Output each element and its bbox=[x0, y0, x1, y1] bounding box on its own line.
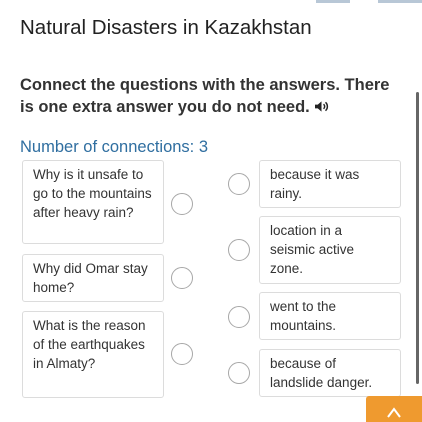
speaker-icon[interactable] bbox=[314, 100, 329, 113]
answer-connector[interactable] bbox=[228, 173, 250, 195]
instruction: Connect the questions with the answers. … bbox=[20, 74, 400, 118]
answer-connector[interactable] bbox=[228, 306, 250, 328]
question-connector[interactable] bbox=[171, 193, 193, 215]
question-connector[interactable] bbox=[171, 343, 193, 365]
answer-text: went to the mountains. bbox=[270, 299, 337, 333]
question-text: Why did Omar stay home? bbox=[33, 261, 148, 295]
answer-connector[interactable] bbox=[228, 239, 250, 261]
answer-text: location in a seismic active zone. bbox=[270, 223, 355, 276]
connections-count: Number of connections: 3 bbox=[20, 138, 209, 156]
answer-text: because it was rainy. bbox=[270, 167, 360, 201]
answer-text: because of landslide danger. bbox=[270, 356, 373, 390]
scroll-top-button[interactable] bbox=[366, 396, 422, 422]
answer-card[interactable]: because of landslide danger. bbox=[259, 349, 401, 397]
question-card[interactable]: Why is it unsafe to go to the mountains … bbox=[22, 160, 164, 244]
scrollbar[interactable] bbox=[416, 92, 419, 384]
page-title: Natural Disasters in Kazakhstan bbox=[20, 16, 312, 39]
answer-card[interactable]: went to the mountains. bbox=[259, 292, 401, 340]
question-text: Why is it unsafe to go to the mountains … bbox=[33, 167, 152, 220]
answer-connector[interactable] bbox=[228, 362, 250, 384]
question-card[interactable]: What is the reason of the earthquakes in… bbox=[22, 311, 164, 398]
chevron-up-icon bbox=[387, 407, 401, 418]
answer-card[interactable]: because it was rainy. bbox=[259, 160, 401, 208]
question-text: What is the reason of the earthquakes in… bbox=[33, 318, 146, 371]
question-card[interactable]: Why did Omar stay home? bbox=[22, 254, 164, 302]
question-connector[interactable] bbox=[171, 267, 193, 289]
top-tab bbox=[316, 0, 350, 3]
answer-card[interactable]: location in a seismic active zone. bbox=[259, 216, 401, 284]
top-tab bbox=[378, 0, 422, 3]
instruction-text: Connect the questions with the answers. … bbox=[20, 76, 390, 116]
